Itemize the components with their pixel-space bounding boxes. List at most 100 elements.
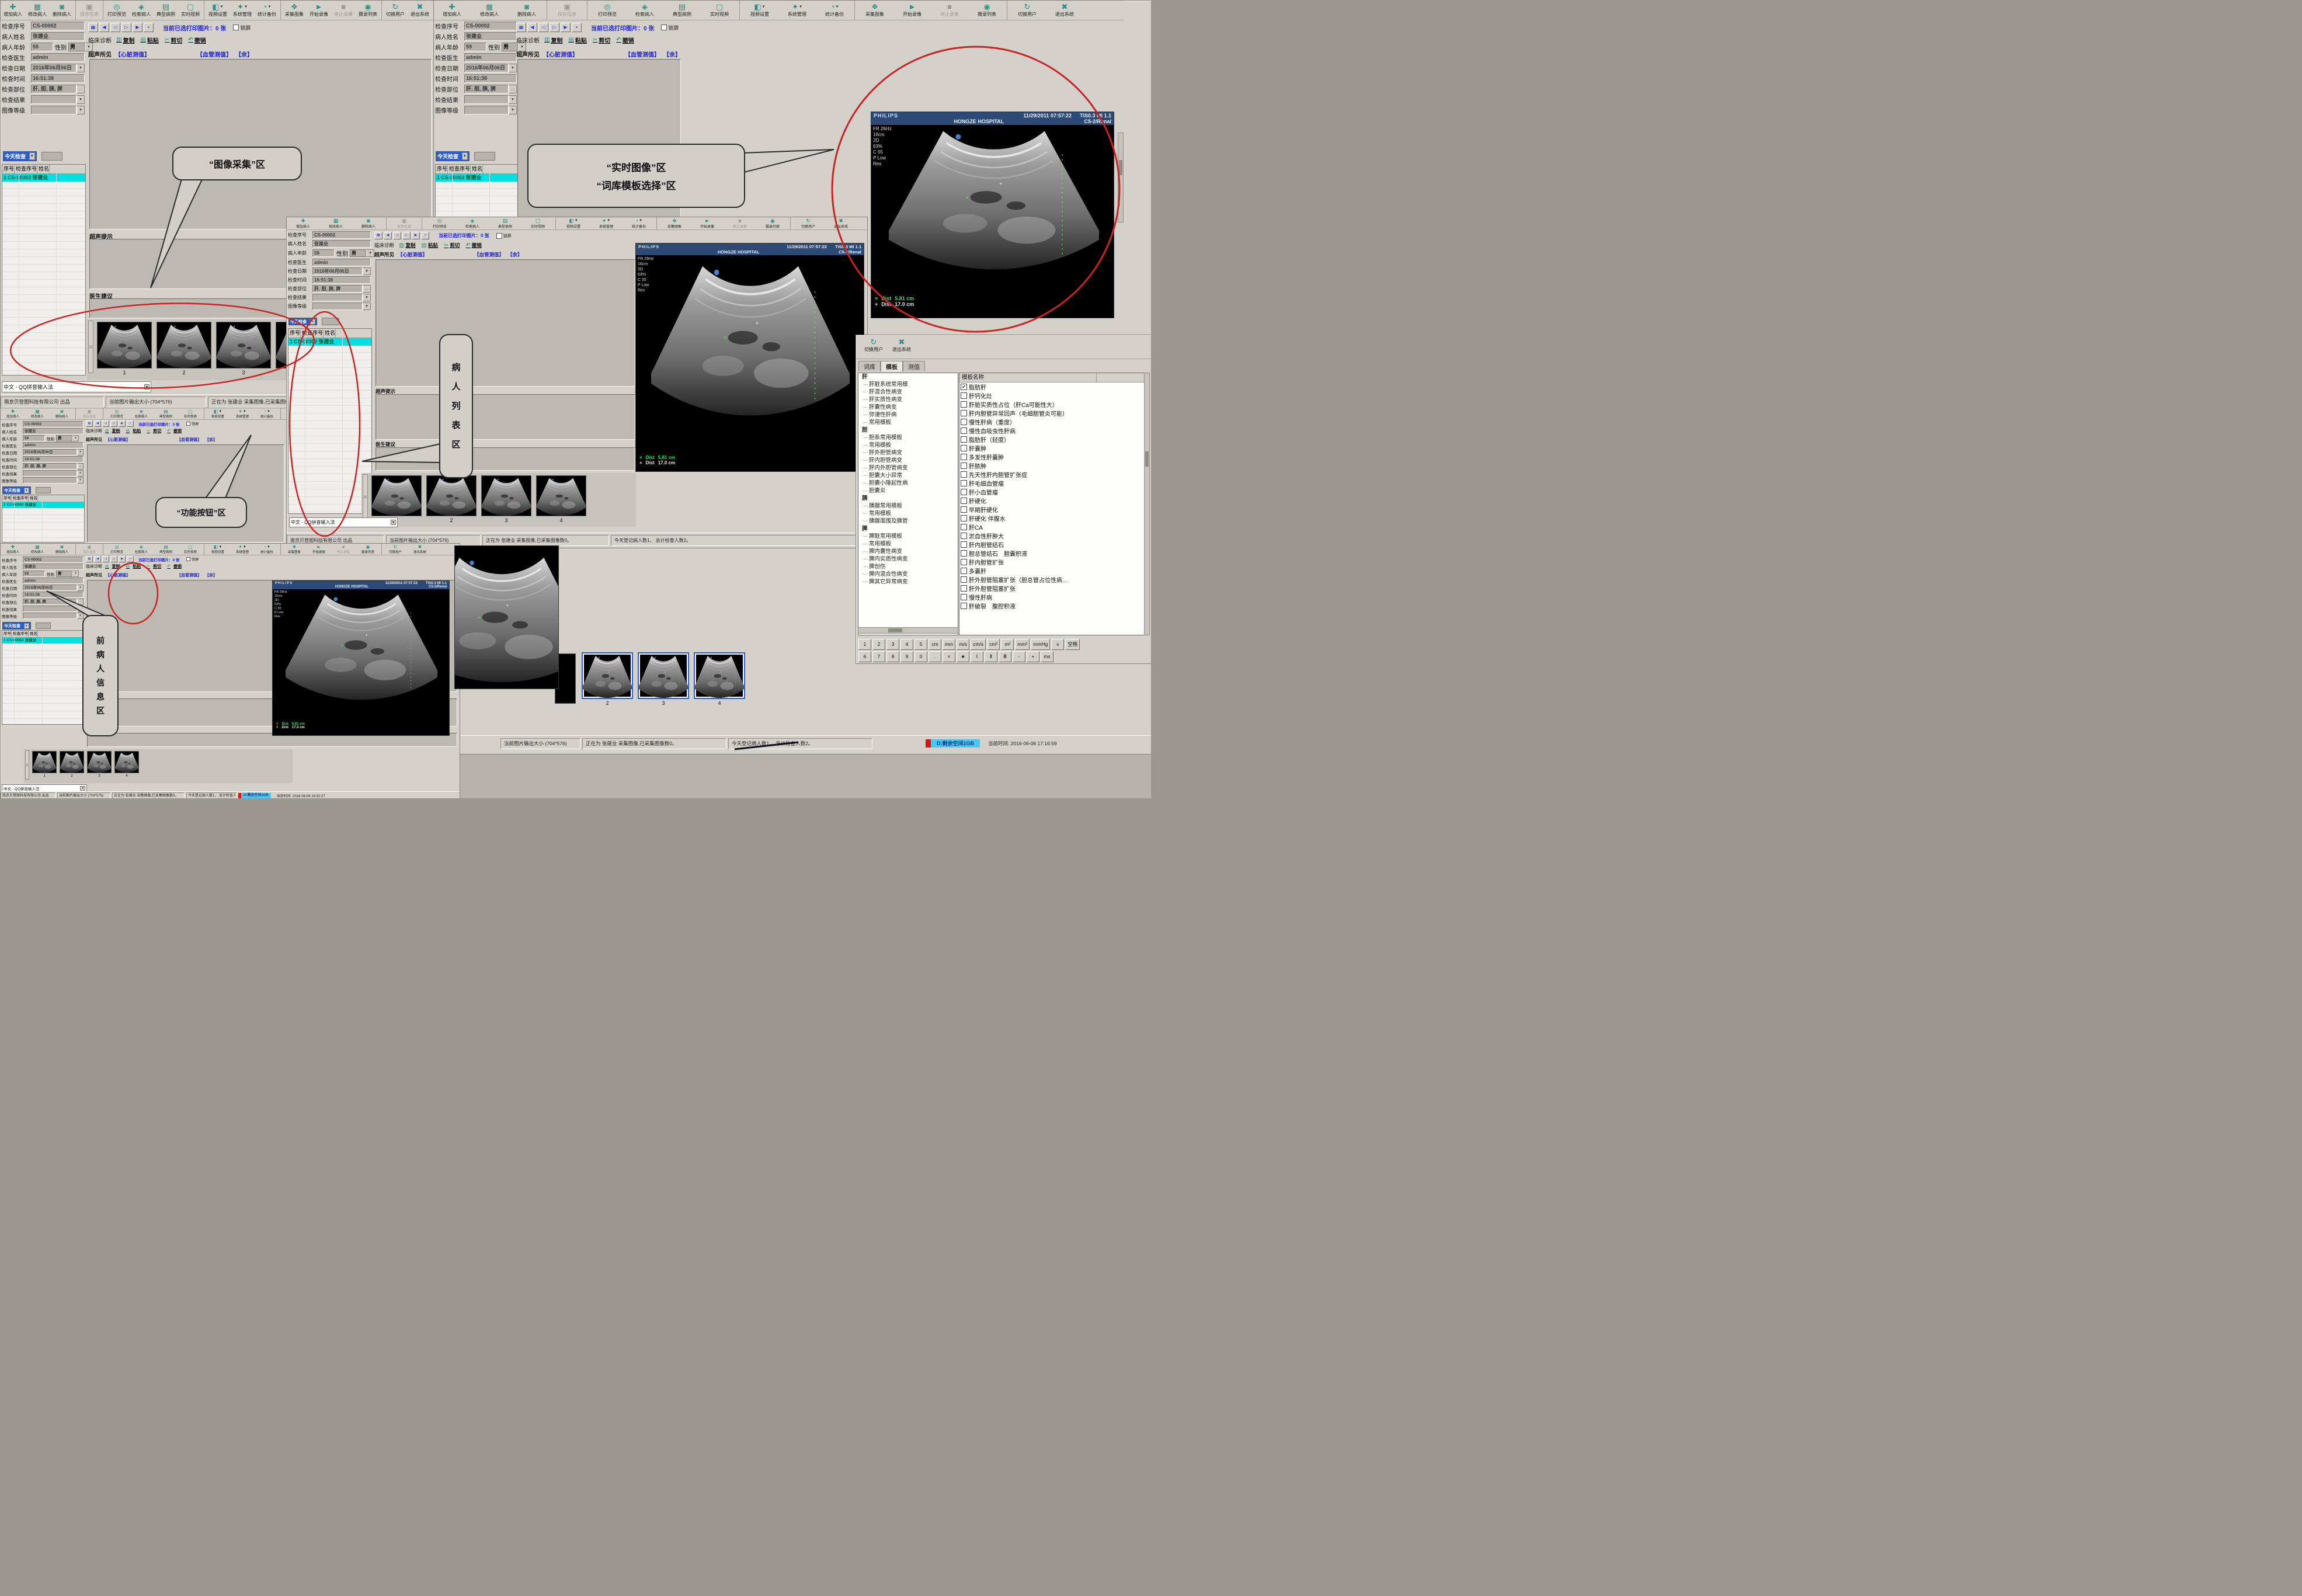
toolbar-button[interactable]: ▦ 修改病人 (25, 408, 50, 419)
nav-button[interactable]: ▷ (121, 23, 131, 32)
toolbar-button[interactable]: ◔▼ 统计备份 (255, 408, 281, 419)
toolbar-button[interactable]: ▣ 保存信息 (548, 1, 587, 20)
measure-link[interactable]: 【心脏测值】 (398, 251, 427, 258)
keypad-key[interactable]: mmHg (1031, 639, 1050, 650)
toolbar-button[interactable]: ◉ 摄录列表 (756, 217, 791, 230)
toolbar-button[interactable]: ◙ 删除病人 (50, 544, 76, 555)
toolbar-button[interactable]: ■ 停止录像 (724, 217, 756, 230)
template-item[interactable]: 肝囊肿 (959, 444, 1144, 453)
field-input[interactable] (23, 477, 77, 484)
nav-button[interactable]: ▦ (86, 420, 93, 427)
field-input[interactable]: 59 (23, 571, 45, 577)
keypad-key[interactable]: + (1027, 651, 1039, 662)
thumbnail-item[interactable]: 1 (97, 322, 152, 375)
nav-button[interactable]: ▶ (119, 420, 126, 427)
toolbar-button[interactable]: ▢ 实时视频 (521, 217, 556, 230)
nav-button[interactable]: ▦ (86, 556, 93, 562)
toolbar-button[interactable]: ▤ 典型病例 (154, 408, 178, 419)
toolbar-button[interactable]: ▦ 修改病人 (471, 1, 508, 20)
column-header[interactable]: 姓名 (471, 165, 483, 173)
field-input[interactable] (464, 106, 509, 114)
edit-button[interactable]: ✂剪切 (444, 242, 460, 249)
measure-link[interactable]: 【余】 (235, 50, 253, 58)
template-item[interactable]: 淤血性肝肿大 (959, 531, 1144, 540)
column-header[interactable]: 序号 (2, 165, 15, 173)
ellipsis-button[interactable]: … (509, 85, 517, 93)
field-extra-input[interactable]: 男 (56, 571, 72, 577)
column-header[interactable]: 姓名 (324, 329, 336, 338)
toolbar-button[interactable]: ◙ 删除病人 (508, 1, 547, 20)
tree-node[interactable]: 脾内囊性病变 (858, 548, 958, 555)
thumbnail-image[interactable] (694, 652, 745, 699)
nav-button[interactable]: ▦ (88, 23, 98, 32)
measure-link[interactable]: 【余】 (205, 572, 217, 578)
field-input[interactable] (464, 95, 509, 104)
field-input[interactable]: CS-00002 (312, 231, 371, 239)
thumbnail-item[interactable]: 3 (638, 652, 689, 706)
toolbar-button[interactable]: ✖ 退出系统 (1046, 1, 1083, 20)
keypad-key[interactable]: 4 (900, 639, 913, 650)
column-header[interactable]: 检查序号 (15, 165, 37, 173)
tree-node[interactable]: 胆 (858, 426, 958, 434)
toolbar-button[interactable]: ◙ 删除病人 (50, 408, 76, 419)
toolbar-button[interactable]: ✦▼ 系统管理 (230, 1, 255, 20)
tree-node[interactable]: 常用模板 (858, 540, 958, 548)
checkbox-icon[interactable] (961, 568, 967, 574)
toolbar-button[interactable]: ◈ 检索病人 (129, 544, 154, 555)
nav-button[interactable]: ◀ (94, 556, 101, 562)
template-item[interactable]: 肝脓肿 (959, 461, 1144, 470)
measure-link[interactable]: 【心脏测值】 (106, 437, 130, 443)
thumbnail-item[interactable]: 4 (694, 652, 745, 706)
field-input[interactable] (23, 613, 77, 619)
toolbar-button[interactable]: ► 开始录像 (893, 1, 931, 20)
nav-button[interactable]: ▪ (421, 232, 429, 239)
thumbnail-image[interactable] (638, 652, 689, 699)
field-input[interactable]: 肝, 胆, 胰, 脾 (312, 285, 363, 293)
edit-button[interactable]: ↶撤销 (188, 36, 206, 44)
measure-link[interactable]: 【血管测值】 (625, 50, 660, 58)
checkbox-icon[interactable] (961, 576, 967, 583)
keypad-key[interactable]: 6 (858, 651, 871, 662)
checkbox-icon[interactable] (961, 515, 967, 521)
measure-link[interactable]: 【心脏测值】 (543, 50, 578, 58)
template-item[interactable]: 多囊肝 (959, 566, 1144, 575)
tree-node[interactable]: 肝脏系统常用模 (858, 381, 958, 388)
tree-node[interactable]: 脾内混合性病变 (858, 571, 958, 578)
toolbar-button[interactable]: ❖ 采集图象 (658, 217, 691, 230)
ellipsis-button[interactable]: … (77, 463, 84, 470)
query-combo[interactable]: 今天检查▾ (2, 486, 31, 494)
dropdown-arrow-icon[interactable]: ▾ (77, 477, 84, 484)
edit-button[interactable]: ✂剪切 (593, 36, 610, 44)
tree-node[interactable]: 胰腺常用模板 (858, 502, 958, 510)
toolbar-button[interactable]: ◔▼ 统计备份 (255, 544, 281, 555)
tree-node[interactable]: 脾其它异常病变 (858, 578, 958, 586)
keypad-key[interactable]: × (943, 651, 955, 662)
field-input[interactable]: 2016年06月06日 (23, 585, 77, 591)
field-input[interactable]: 59 (23, 435, 45, 441)
toolbar-button[interactable]: ◉ 摄录列表 (356, 544, 382, 555)
nav-button[interactable]: ◁ (102, 420, 109, 427)
dropdown-arrow-icon[interactable]: ▾ (85, 43, 93, 51)
nav-button[interactable]: ▷ (402, 232, 411, 239)
scrollbar-vertical[interactable] (1144, 373, 1150, 635)
tree-node[interactable]: 胰 (858, 495, 958, 502)
nav-button[interactable]: ◁ (102, 556, 109, 562)
field-input[interactable]: 59 (312, 249, 335, 257)
edit-button[interactable]: ▤粘贴 (421, 242, 437, 249)
dropdown-arrow-icon[interactable]: ▾ (72, 435, 79, 441)
tree-node[interactable]: 脾创伤 (858, 563, 958, 571)
field-input[interactable]: 张建业 (312, 240, 371, 248)
column-header[interactable]: 检查序号 (448, 165, 471, 173)
toolbar-button[interactable]: ▤ 典型病例 (154, 1, 178, 20)
field-input[interactable]: 2016年06月06日 (312, 267, 363, 275)
template-item[interactable]: 肝外胆管阻塞扩张 (959, 584, 1144, 593)
measure-link[interactable]: 【心脏测值】 (106, 572, 130, 578)
template-item[interactable]: 先天性肝内胆管扩张症 (959, 470, 1144, 479)
dropdown-arrow-icon[interactable]: ▾ (366, 249, 374, 257)
checkbox-icon[interactable] (961, 524, 967, 530)
toolbar-button[interactable]: ✚ 增加病人 (287, 217, 319, 230)
lock-screen-checkbox[interactable]: 锁屏 (186, 557, 199, 562)
filmstrip-side-buttons[interactable] (363, 474, 368, 520)
toolbar-button[interactable]: ✦▼ 系统管理 (590, 217, 623, 230)
hint-editor[interactable] (375, 394, 635, 440)
